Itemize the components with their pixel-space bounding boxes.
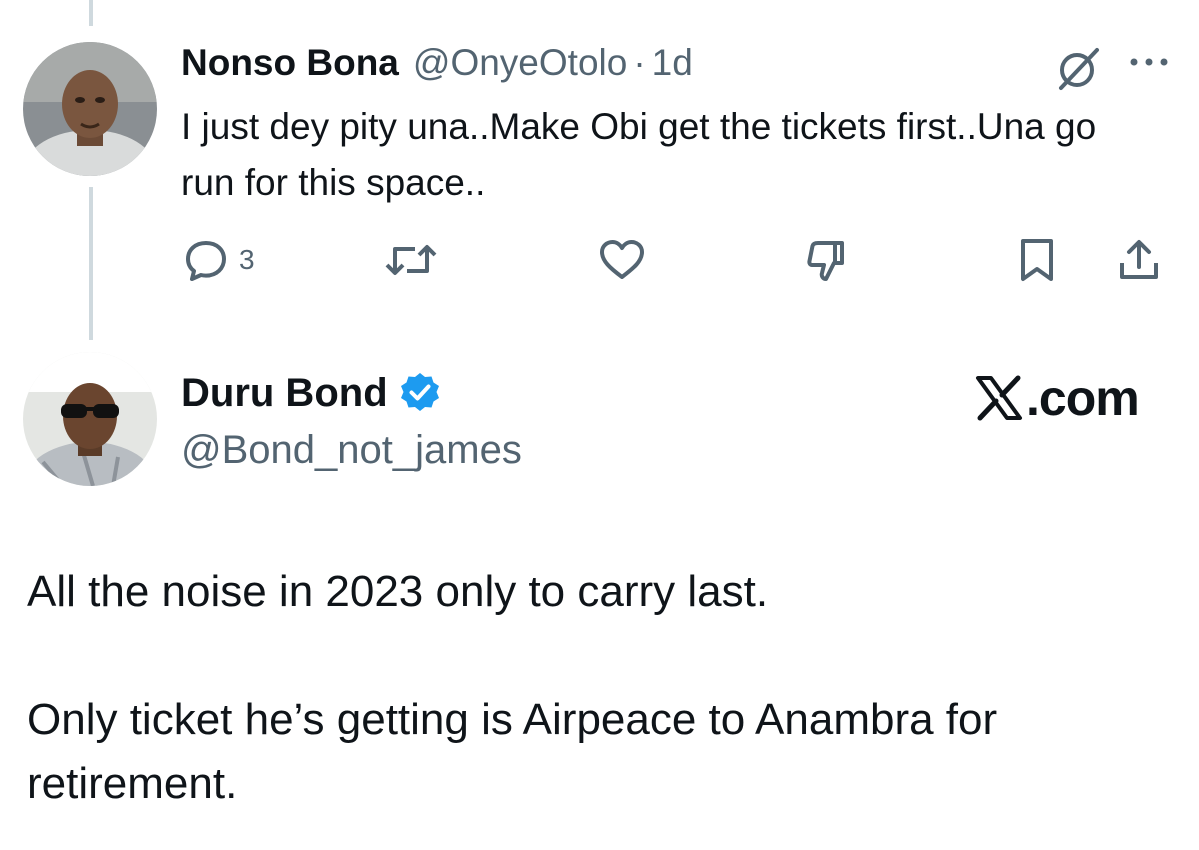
author-handle[interactable]: @Bond_not_james [181, 422, 522, 478]
more-icon[interactable] [1127, 50, 1171, 74]
share-button[interactable] [1116, 232, 1162, 288]
reply-count: 3 [239, 244, 255, 275]
author-name[interactable]: Nonso Bona [181, 38, 399, 88]
author-name[interactable]: Duru Bond [181, 371, 388, 416]
author-handle[interactable]: @OnyeOtolo [413, 38, 627, 88]
xcom-watermark: .com [974, 368, 1140, 428]
avatar[interactable] [23, 42, 157, 176]
x-logo-icon [974, 373, 1024, 423]
tweet-paragraph: All the noise in 2023 only to carry last… [27, 567, 769, 616]
share-icon [1116, 237, 1162, 283]
reply-icon [183, 237, 229, 283]
bookmark-button[interactable] [1015, 232, 1059, 288]
retweet-button[interactable] [383, 232, 439, 288]
tweet-paragraph: Only ticket he’s getting is Airpeace to … [27, 695, 998, 808]
main-tweet-text: All the noise in 2023 only to carry last… [27, 560, 1177, 816]
retweet-icon [383, 237, 439, 283]
dislike-icon [804, 237, 852, 283]
tweet-actions-bar: 3 [0, 232, 1199, 288]
like-icon [598, 237, 646, 283]
like-button[interactable] [598, 232, 646, 288]
timestamp[interactable]: 1d [652, 38, 693, 88]
reply-tweet-text: I just dey pity una..Make Obi get the ti… [181, 106, 1097, 203]
verified-badge-icon[interactable] [398, 371, 442, 415]
bookmark-icon [1015, 237, 1059, 283]
avatar[interactable] [23, 352, 157, 486]
thread-line [89, 0, 93, 26]
reply-button[interactable]: 3 [183, 232, 255, 288]
tweet-screenshot: Nonso Bona @OnyeOtolo · 1d I just dey pi… [0, 0, 1199, 850]
dislike-button[interactable] [804, 232, 852, 288]
watermark-text: .com [1026, 370, 1140, 426]
grok-icon[interactable] [1053, 42, 1105, 94]
separator: · [633, 42, 646, 83]
reply-tweet-header: Nonso Bona @OnyeOtolo · 1d [181, 38, 693, 88]
main-tweet-author: Duru Bond [181, 364, 442, 422]
